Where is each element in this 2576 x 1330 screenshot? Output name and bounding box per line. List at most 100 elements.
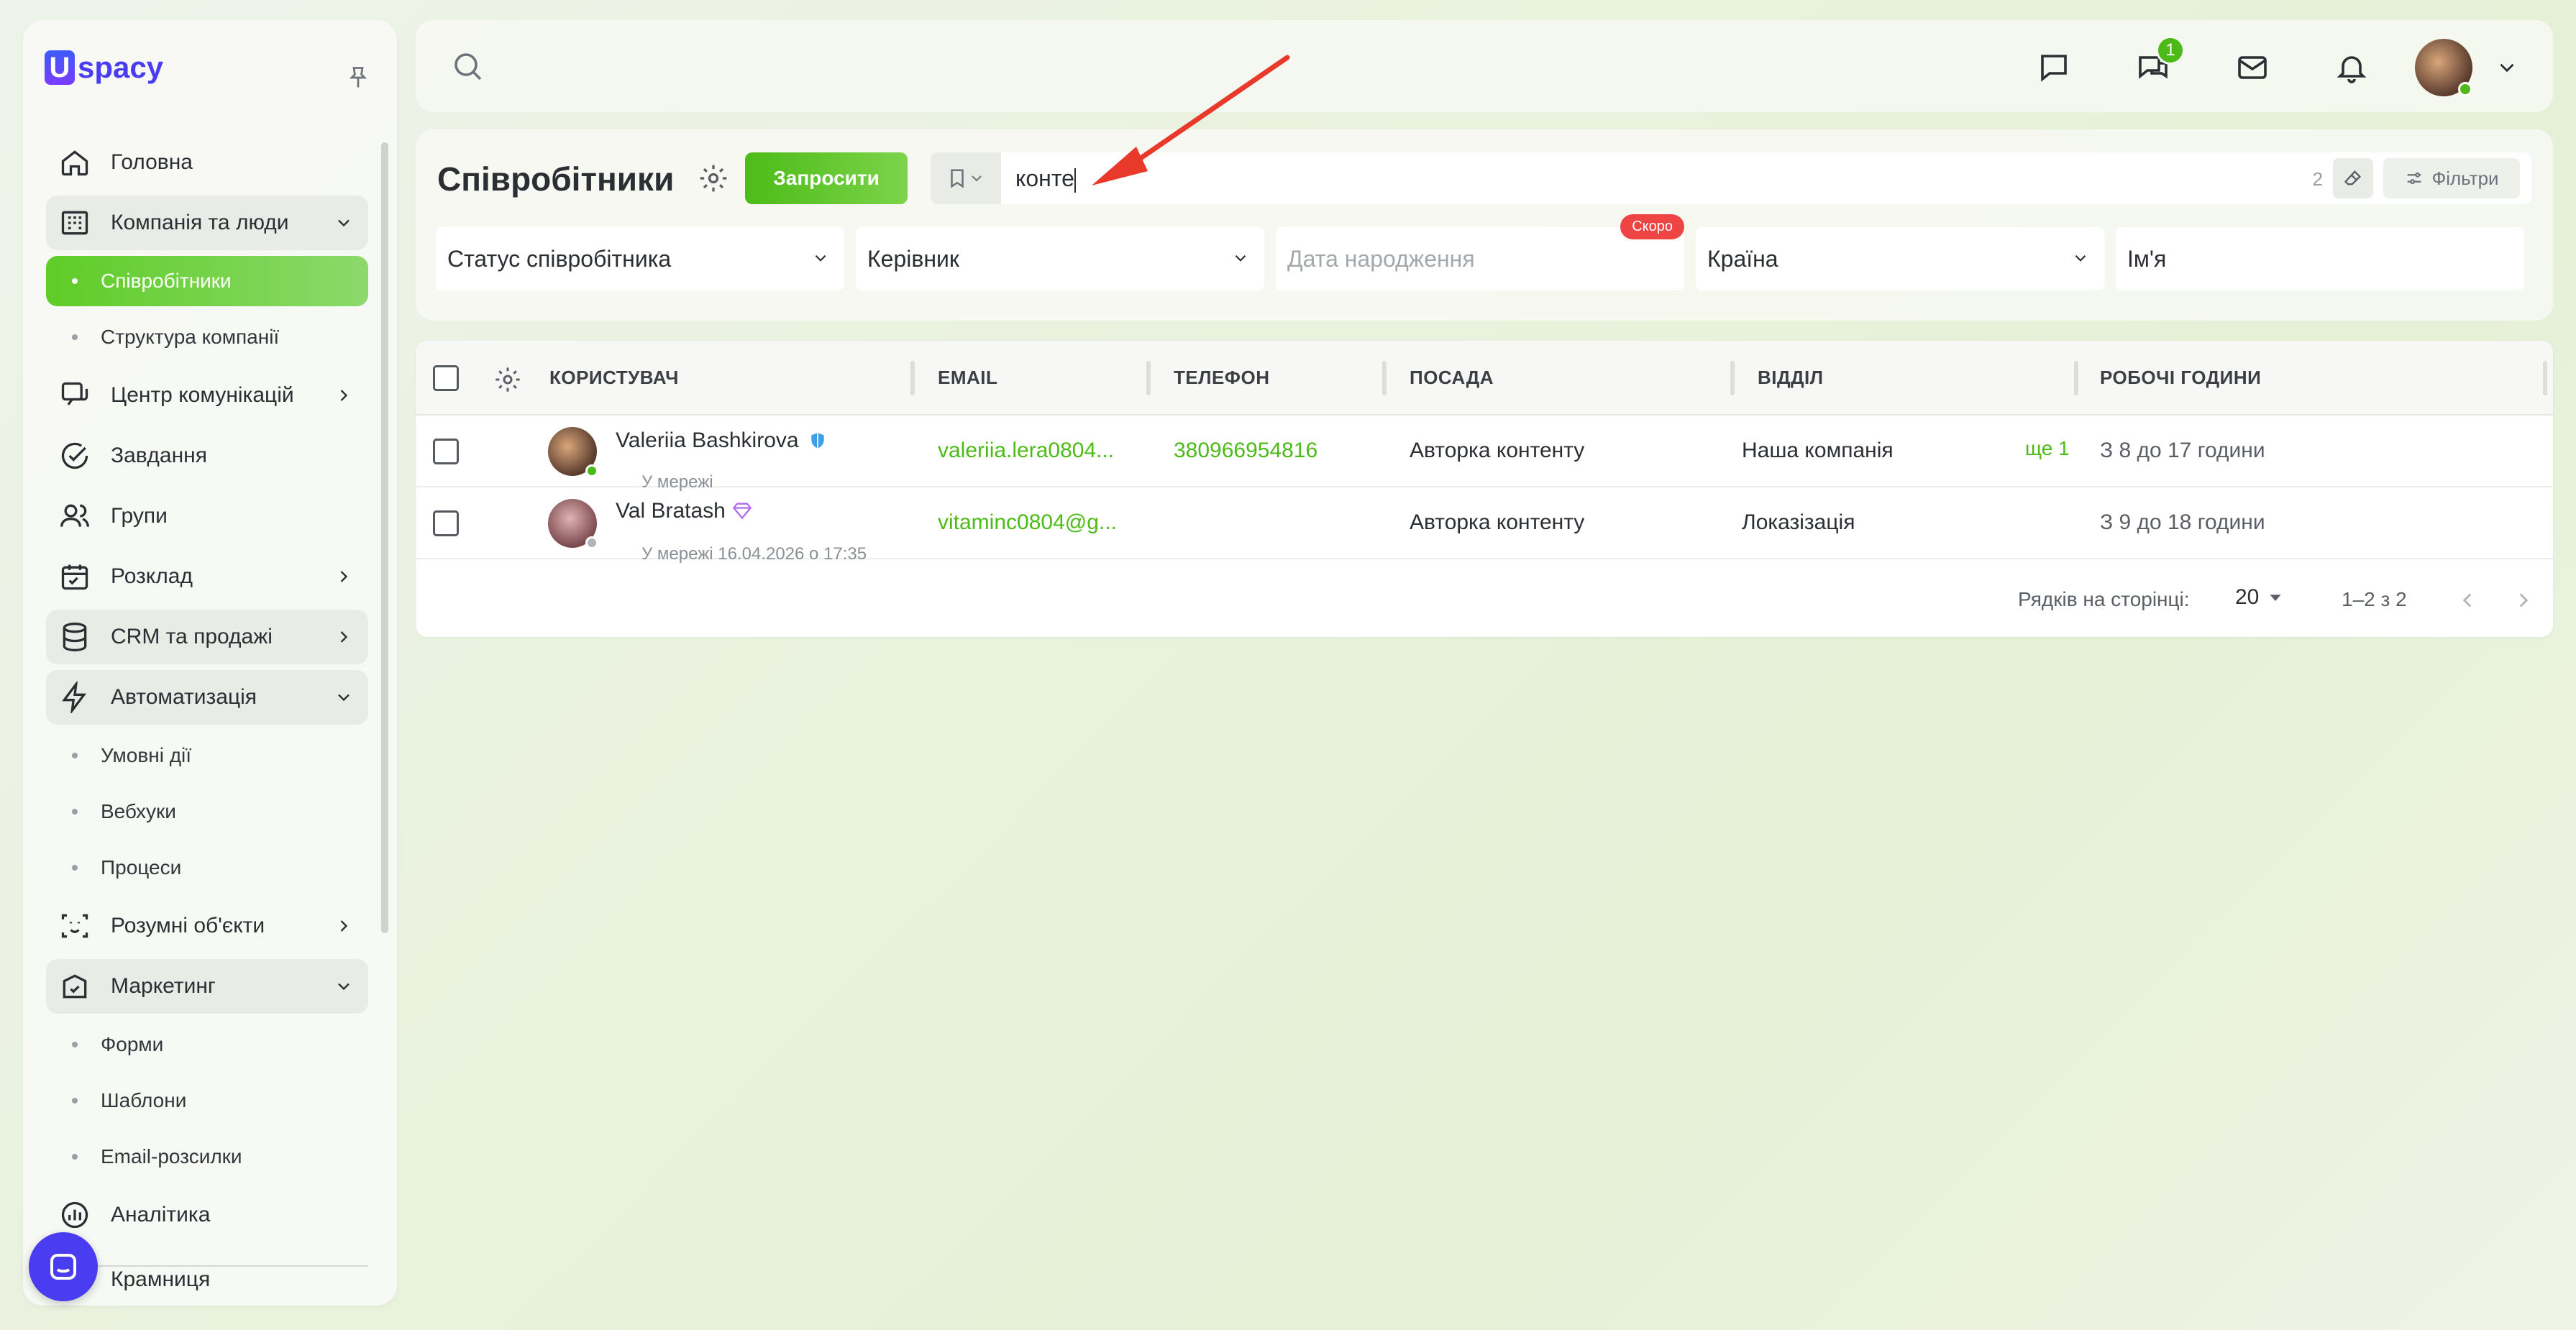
text-caret — [1074, 168, 1076, 193]
sidebar-item-smart-objects[interactable]: Розумні об'єкти — [46, 899, 368, 953]
column-header-working-hours[interactable]: РОБОЧІ ГОДИНИ — [2100, 367, 2261, 389]
row-checkbox[interactable] — [433, 510, 459, 536]
email-link[interactable]: vitaminc0804@g... — [938, 510, 1117, 535]
search-value: конте — [1015, 165, 1074, 191]
building-icon — [58, 206, 92, 240]
chat-widget-button[interactable] — [29, 1232, 98, 1301]
avatar[interactable] — [548, 499, 598, 549]
column-header-position[interactable]: ПОСАДА — [1410, 367, 1494, 389]
user-name[interactable]: Valeriia Bashkirova — [616, 428, 799, 453]
more-departments-link[interactable]: ще 1 — [2025, 437, 2070, 460]
bullet — [72, 1042, 78, 1047]
page-title: Співробітники — [437, 160, 675, 198]
search-icon[interactable] — [450, 49, 485, 83]
saved-filters-button[interactable] — [931, 152, 1001, 204]
sidebar-item-marketing[interactable]: Маркетинг — [46, 959, 368, 1014]
sidebar-scrollbar[interactable] — [381, 142, 388, 933]
filter-label: Статус співробітника — [447, 245, 672, 272]
chats-button[interactable]: 1 — [2126, 36, 2185, 95]
user-avatar[interactable] — [2415, 39, 2472, 96]
sidebar-item-company-structure[interactable]: Структура компанії — [46, 312, 368, 362]
sidebar-item-label: Головна — [111, 150, 193, 174]
pin-icon[interactable] — [345, 63, 371, 92]
sidebar-item-communications[interactable]: Центр комунікацій — [46, 368, 368, 423]
sidebar-item-conditional-actions[interactable]: Умовні дії — [46, 730, 368, 781]
sidebar-item-employees[interactable]: Співробітники — [46, 256, 368, 306]
rows-per-page-select[interactable]: 20 — [2235, 585, 2286, 610]
manager-filter[interactable]: Керівник — [856, 227, 1264, 290]
bullet — [72, 753, 78, 758]
sidebar-item-tasks[interactable]: Завдання — [46, 428, 368, 483]
sidebar-item-label: Email-розсилки — [101, 1145, 242, 1168]
gear-icon[interactable] — [698, 162, 729, 194]
mail-button[interactable] — [2225, 40, 2280, 95]
birthdate-filter[interactable]: Дата народження Скоро — [1276, 214, 1684, 290]
sidebar-item-email-campaigns[interactable]: Email-розсилки — [46, 1132, 368, 1182]
email-link[interactable]: valeriia.lera0804... — [938, 439, 1114, 463]
sidebar-item-schedule[interactable]: Розклад — [46, 549, 368, 604]
filter-label: Ім'я — [2127, 245, 2167, 272]
users-icon — [58, 499, 92, 533]
gear-icon[interactable] — [493, 365, 522, 394]
filter-row: Статус співробітника Керівник Дата народ… — [436, 214, 2524, 290]
sidebar-item-label: Процеси — [101, 856, 182, 879]
column-resizer[interactable] — [1146, 361, 1151, 395]
sidebar-item-analytics[interactable]: Аналітика — [46, 1188, 368, 1242]
user-name[interactable]: Val Bratash — [616, 499, 726, 523]
message-square-icon — [2041, 55, 2067, 82]
sidebar-item-forms[interactable]: Форми — [46, 1019, 368, 1070]
logo-mark: U — [45, 50, 75, 85]
chevron-down-icon — [2500, 63, 2514, 73]
lightning-icon — [58, 680, 92, 715]
column-resizer[interactable] — [2074, 361, 2078, 395]
column-resizer[interactable] — [1730, 361, 1735, 395]
chevron-right-icon[interactable] — [2511, 588, 2536, 613]
table-pagination: Рядків на сторінці: 20 1–2 з 2 — [416, 564, 2553, 636]
invite-button[interactable]: Запросити — [745, 152, 908, 204]
sidebar-item-processes[interactable]: Процеси — [46, 843, 368, 893]
search-input[interactable]: конте — [1015, 165, 1076, 193]
filters-button[interactable]: Фільтри — [2383, 158, 2520, 198]
sidebar-item-home[interactable]: Головна — [46, 135, 368, 190]
sidebar-item-automation[interactable]: Автоматизація — [46, 670, 368, 725]
filters-label: Фільтри — [2431, 167, 2499, 189]
marketing-icon — [58, 969, 92, 1004]
sidebar-item-company[interactable]: Компанія та люди — [46, 196, 368, 250]
bullet — [72, 1098, 78, 1104]
avatar[interactable] — [548, 427, 598, 477]
country-filter[interactable]: Країна — [1696, 227, 2104, 290]
sidebar-item-groups[interactable]: Групи — [46, 489, 368, 544]
column-header-user[interactable]: КОРИСТУВАЧ — [549, 367, 679, 389]
phone-link[interactable]: 380966954816 — [1174, 439, 1317, 463]
sidebar-item-templates[interactable]: Шаблони — [46, 1076, 368, 1126]
employee-search[interactable]: конте 2 Фільтри — [931, 152, 2531, 204]
status-filter[interactable]: Статус співробітника — [436, 227, 844, 290]
user-menu-toggle[interactable] — [2490, 40, 2524, 95]
column-header-department[interactable]: ВІДДІЛ — [1758, 367, 1824, 389]
chat-count-badge: 1 — [2156, 36, 2185, 65]
sidebar-item-crm[interactable]: CRM та продажі — [46, 610, 368, 664]
filter-label: Дата народження — [1287, 245, 1475, 272]
select-all-checkbox[interactable] — [433, 365, 459, 391]
divider — [52, 1265, 368, 1267]
sidebar-item-label: Групи — [111, 504, 168, 528]
sidebar-item-label: Завдання — [111, 444, 207, 467]
notifications-button[interactable] — [2324, 40, 2379, 95]
table-row[interactable]: Val Bratash У мережі 16.04.2026 о 17:35 … — [416, 487, 2553, 564]
column-resizer[interactable] — [2543, 361, 2547, 395]
column-header-email[interactable]: EMAIL — [938, 367, 997, 389]
chevron-right-icon — [340, 631, 348, 643]
sliders-icon — [2408, 172, 2421, 185]
row-checkbox[interactable] — [433, 439, 459, 464]
table-row[interactable]: Valeriia Bashkirova У мережі valeriia.le… — [416, 416, 2553, 492]
column-header-phone[interactable]: ТЕЛЕФОН — [1174, 367, 1270, 389]
column-resizer[interactable] — [1382, 361, 1387, 395]
logo[interactable]: U spacy — [45, 46, 163, 89]
chevron-left-icon[interactable] — [2455, 588, 2480, 613]
name-filter[interactable]: Ім'я — [2116, 227, 2524, 290]
messages-button[interactable] — [2027, 40, 2081, 95]
column-resizer[interactable] — [910, 361, 915, 395]
sidebar-item-webhooks[interactable]: Вебхуки — [46, 786, 368, 837]
position: Авторка контенту — [1410, 510, 1585, 534]
clear-search-button[interactable] — [2333, 158, 2373, 198]
